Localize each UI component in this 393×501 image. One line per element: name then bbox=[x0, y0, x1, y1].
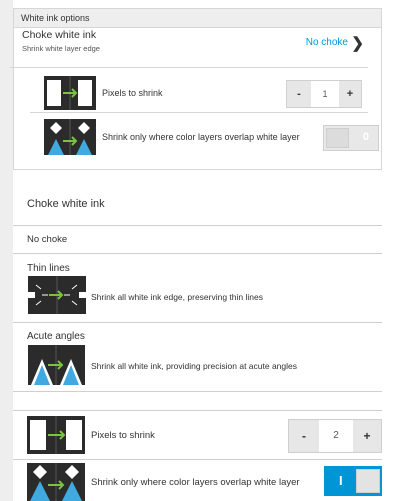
divider bbox=[13, 391, 382, 392]
overlap-toggle[interactable]: 0 bbox=[323, 125, 379, 151]
thin-lines-description: Shrink all white ink edge, preserving th… bbox=[91, 292, 263, 302]
toggle-knob bbox=[326, 128, 349, 148]
choke-value[interactable]: No choke bbox=[306, 37, 348, 48]
acute-angles-icon bbox=[31, 345, 82, 385]
pixels-stepper[interactable]: - 1 + bbox=[286, 80, 362, 108]
decrement-button[interactable]: - bbox=[287, 81, 311, 107]
toggle-state-text: I bbox=[339, 473, 343, 488]
overlap-thumbnail-bottom bbox=[27, 463, 85, 501]
pixels-to-shrink-label: Pixels to shrink bbox=[102, 88, 163, 98]
choke-section-title: Choke white ink bbox=[27, 198, 105, 210]
pixels-stepper-bottom[interactable]: - 2 + bbox=[288, 419, 382, 453]
choke-subtitle: Shrink white layer edge bbox=[22, 44, 100, 53]
choke-white-ink-row[interactable]: Choke white ink Shrink white layer edge … bbox=[10, 25, 368, 68]
chevron-right-icon[interactable]: ❯ bbox=[351, 34, 364, 52]
overlap-label: Shrink only where color layers overlap w… bbox=[102, 132, 300, 142]
shrink-thumbnail-bottom bbox=[27, 416, 85, 454]
shrink-arrow-icon bbox=[47, 76, 92, 110]
thin-lines-thumbnail bbox=[28, 276, 86, 314]
acute-angles-description: Shrink all white ink, providing precisio… bbox=[91, 361, 298, 371]
option-acute-angles[interactable]: Acute angles bbox=[27, 331, 85, 342]
overlap-triangles-icon bbox=[30, 463, 82, 501]
divider bbox=[13, 253, 382, 254]
choke-title: Choke white ink bbox=[22, 29, 97, 41]
overlap-toggle-bottom[interactable]: I bbox=[324, 466, 382, 496]
divider bbox=[13, 410, 382, 411]
increment-button[interactable]: + bbox=[339, 81, 361, 107]
overlap-triangles-icon bbox=[48, 119, 92, 155]
option-no-choke[interactable]: No choke bbox=[27, 234, 67, 245]
acute-angles-thumbnail bbox=[28, 345, 85, 385]
pixels-value-bottom[interactable]: 2 bbox=[319, 420, 353, 452]
decrement-button[interactable]: - bbox=[289, 420, 319, 452]
increment-button[interactable]: + bbox=[353, 420, 381, 452]
pixels-to-shrink-label-bottom: Pixels to shrink bbox=[91, 430, 155, 441]
toggle-knob bbox=[356, 469, 380, 493]
toggle-state-text: 0 bbox=[362, 131, 369, 143]
pixels-to-shrink-row: Pixels to shrink - 1 + bbox=[30, 73, 368, 113]
divider bbox=[13, 459, 382, 460]
overlap-thumbnail bbox=[44, 119, 96, 155]
shrink-thumbnail bbox=[44, 76, 96, 110]
thin-lines-icon bbox=[28, 276, 86, 314]
divider bbox=[13, 225, 382, 226]
overlap-label-bottom: Shrink only where color layers overlap w… bbox=[91, 477, 300, 488]
overlap-row: Shrink only where color layers overlap w… bbox=[30, 116, 379, 156]
left-strip bbox=[0, 0, 13, 501]
shrink-arrow-icon bbox=[30, 416, 82, 454]
option-thin-lines[interactable]: Thin lines bbox=[27, 263, 70, 274]
pixels-value[interactable]: 1 bbox=[311, 81, 339, 107]
divider bbox=[13, 322, 382, 323]
